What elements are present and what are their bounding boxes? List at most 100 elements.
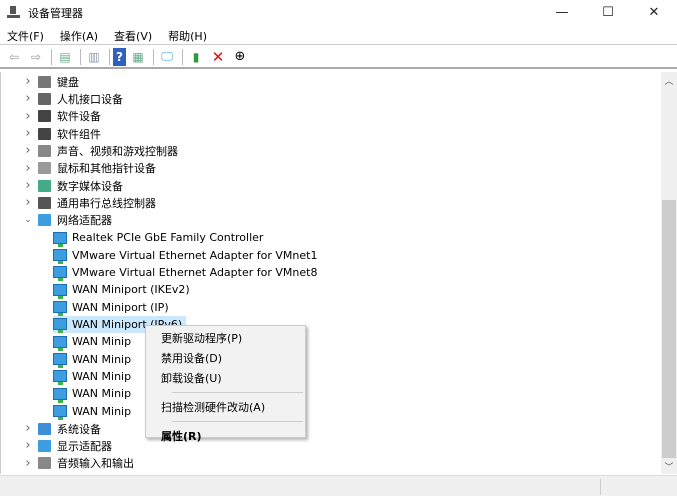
- tree-category-label: 数字媒体设备: [57, 179, 123, 193]
- tree-category[interactable]: › 鼠标和其他指针设备: [23, 160, 156, 177]
- menu-item-disable-device[interactable]: 禁用设备(D): [146, 348, 305, 368]
- tree-category[interactable]: › 软件设备: [23, 108, 101, 125]
- properties-icon[interactable]: ▥: [84, 48, 104, 66]
- tree-category-label: 人机接口设备: [57, 92, 123, 106]
- category-icon: [38, 162, 51, 175]
- chevron-right-icon[interactable]: ›: [23, 126, 33, 141]
- tree-category-label: 软件组件: [57, 127, 101, 141]
- network-adapter-icon: [53, 231, 67, 247]
- menu-view[interactable]: 查看(V): [114, 28, 152, 44]
- close-button[interactable]: ✕: [631, 0, 677, 25]
- tree-category-label: 键盘: [57, 75, 79, 89]
- window-title: 设备管理器: [28, 6, 83, 20]
- network-adapter-item[interactable]: Realtek PCIe GbE Family Controller: [53, 229, 267, 247]
- menu-separator: [172, 421, 303, 422]
- network-adapter-item[interactable]: VMware Virtual Ethernet Adapter for VMne…: [53, 264, 321, 282]
- tree-category[interactable]: › 音频输入和输出: [23, 455, 134, 472]
- back-icon[interactable]: ⇦: [4, 48, 24, 66]
- menu-file[interactable]: 文件(F): [7, 28, 44, 44]
- category-icon: [38, 75, 51, 88]
- forward-icon[interactable]: ⇨: [26, 48, 46, 66]
- network-adapter-icon: [53, 318, 67, 334]
- tree-category[interactable]: › 软件组件: [23, 125, 101, 142]
- tree-category-label: 音频输入和输出: [57, 457, 134, 471]
- uninstall-icon[interactable]: ✕: [208, 48, 228, 66]
- category-icon: [38, 422, 51, 435]
- toolbar-separator: [153, 48, 154, 65]
- tree-category-label: 网络适配器: [57, 214, 112, 228]
- menu-item-update-driver[interactable]: 更新驱动程序(P): [146, 328, 305, 348]
- network-adapter-label: WAN Miniport (IP): [72, 300, 169, 314]
- category-icon: [38, 439, 51, 452]
- network-adapter-label: VMware Virtual Ethernet Adapter for VMne…: [72, 248, 318, 262]
- category-icon: [38, 196, 51, 209]
- chevron-down-icon[interactable]: ⌄: [23, 215, 33, 225]
- menu-help[interactable]: 帮助(H): [168, 28, 207, 44]
- chevron-right-icon[interactable]: ›: [23, 91, 33, 106]
- tree-category[interactable]: › 人机接口设备: [23, 90, 123, 107]
- toolbar: ⇦ ⇨ ▤ ▥ ? ▦ 🖵 ▮ ✕ ⊕: [0, 46, 677, 69]
- scrollbar-thumb[interactable]: [662, 200, 676, 458]
- tree-category-label: 声音、视频和游戏控制器: [57, 144, 178, 158]
- network-adapter-icon: [53, 301, 67, 317]
- category-icon: [38, 110, 51, 123]
- network-adapter-item[interactable]: WAN Minip: [53, 403, 135, 421]
- chevron-right-icon[interactable]: ›: [23, 161, 33, 176]
- maximize-button[interactable]: ☐: [585, 0, 631, 25]
- network-adapter-item[interactable]: WAN Minip: [53, 368, 135, 386]
- chevron-right-icon[interactable]: ›: [23, 178, 33, 193]
- network-adapter-icon: [53, 387, 67, 403]
- status-divider: [600, 479, 601, 495]
- tree-category[interactable]: › 数字媒体设备: [23, 177, 123, 194]
- chevron-right-icon[interactable]: ›: [23, 421, 33, 436]
- menu-item-uninstall-device[interactable]: 卸载设备(U): [146, 368, 305, 388]
- tree-category[interactable]: › 声音、视频和游戏控制器: [23, 142, 178, 159]
- toolbar-separator: [51, 48, 52, 65]
- tree-category[interactable]: › 通用串行总线控制器: [23, 194, 156, 211]
- network-adapter-item[interactable]: WAN Miniport (IKEv2): [53, 281, 194, 299]
- update-driver-icon[interactable]: ▮: [186, 48, 206, 66]
- network-adapter-item[interactable]: WAN Miniport (IP): [53, 299, 173, 317]
- vertical-scrollbar[interactable]: ︿ ﹀: [661, 72, 677, 474]
- scroll-down-icon[interactable]: ﹀: [661, 458, 677, 474]
- chevron-right-icon[interactable]: ›: [23, 456, 33, 471]
- scroll-up-icon[interactable]: ︿: [661, 72, 677, 88]
- tree-category-label: 软件设备: [57, 110, 101, 124]
- menu-item-properties[interactable]: 属性(R): [146, 426, 305, 446]
- monitor-icon[interactable]: 🖵: [157, 48, 177, 66]
- category-icon: [38, 214, 51, 227]
- category-icon: [38, 457, 51, 470]
- network-adapter-label: WAN Minip: [72, 335, 132, 349]
- network-adapter-item[interactable]: WAN Minip: [53, 333, 135, 351]
- chevron-right-icon[interactable]: ›: [23, 74, 33, 89]
- menu-separator: [172, 392, 303, 393]
- minimize-button[interactable]: —: [539, 0, 585, 25]
- tree-category[interactable]: ⌄ 网络适配器: [23, 212, 112, 229]
- disable-icon[interactable]: ⊕: [230, 48, 250, 66]
- chevron-right-icon[interactable]: ›: [23, 109, 33, 124]
- category-icon: [38, 127, 51, 140]
- tree-category[interactable]: › 显示适配器: [23, 437, 112, 454]
- chevron-right-icon[interactable]: ›: [23, 438, 33, 453]
- menu-action[interactable]: 操作(A): [60, 28, 98, 44]
- context-menu: 更新驱动程序(P) 禁用设备(D) 卸载设备(U) 扫描检测硬件改动(A) 属性…: [145, 325, 306, 443]
- network-adapter-item[interactable]: WAN Minip: [53, 385, 135, 403]
- show-hide-console-tree-icon[interactable]: ▤: [55, 48, 75, 66]
- tree-category-label: 系统设备: [57, 422, 101, 436]
- network-adapter-icon: [53, 249, 67, 264]
- network-adapter-item[interactable]: VMware Virtual Ethernet Adapter for VMne…: [53, 247, 321, 264]
- help-icon[interactable]: ?: [113, 47, 126, 66]
- tree-category-label: 通用串行总线控制器: [57, 196, 156, 210]
- network-adapter-item[interactable]: WAN Minip: [53, 351, 135, 369]
- action-pane-icon[interactable]: ▦: [128, 48, 148, 66]
- tree-category[interactable]: › 系统设备: [23, 420, 101, 437]
- device-tree: › 键盘 › 人机接口设备 › 软件设备 › 软件组件 › 声音、视频和游戏控制器 › 鼠标和其他指针…: [0, 72, 661, 474]
- network-adapter-icon: [53, 353, 67, 369]
- toolbar-separator: [80, 48, 81, 65]
- network-adapter-icon: [53, 335, 67, 351]
- menu-bar: 文件(F) 操作(A) 查看(V) 帮助(H): [0, 27, 677, 45]
- chevron-right-icon[interactable]: ›: [23, 195, 33, 210]
- chevron-right-icon[interactable]: ›: [23, 143, 33, 158]
- menu-item-scan-hardware[interactable]: 扫描检测硬件改动(A): [146, 397, 305, 417]
- tree-category[interactable]: › 键盘: [23, 73, 79, 90]
